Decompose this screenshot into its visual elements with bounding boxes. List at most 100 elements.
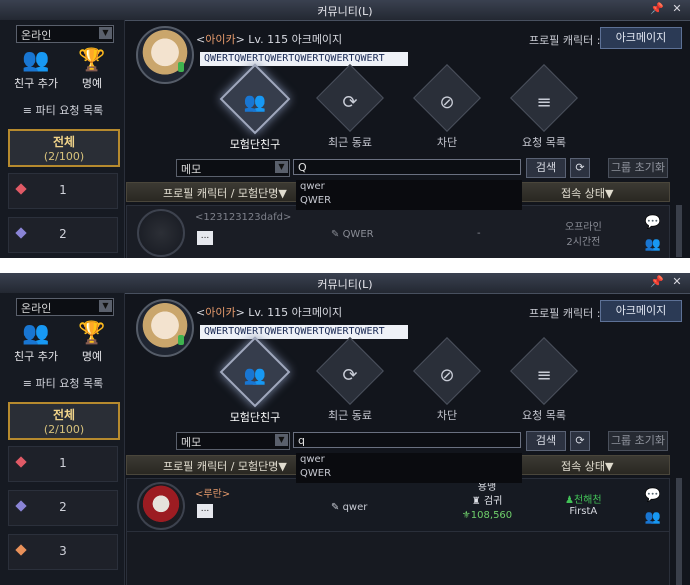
suggestion-item[interactable]: qwer <box>296 180 522 194</box>
friend-guild: - <box>477 228 481 239</box>
honor-button[interactable]: 🏆 명예 <box>64 320 120 370</box>
chevron-down-icon: ▼ <box>99 300 112 312</box>
tab-guild-friends[interactable]: 👥 모험단친구 <box>211 336 299 425</box>
online-indicator-icon <box>178 335 184 345</box>
tab-label: 차단 <box>436 409 458 422</box>
title-bar[interactable]: 커뮤니티(L) 📌 ✕ <box>0 273 690 294</box>
chevron-down-icon: ▼ <box>275 161 288 173</box>
sort-by-character[interactable]: 프로필 캐릭터 / 모험단명▼ <box>163 458 287 474</box>
sort-by-status[interactable]: 접속 상태▼ <box>561 185 613 201</box>
tab-requests[interactable]: ≡ 요청 목록 <box>500 64 588 150</box>
pin-icon[interactable]: 📌 <box>650 275 664 289</box>
scrollbar[interactable] <box>676 478 682 585</box>
status-last-seen: 2시간전 <box>566 237 601 248</box>
profile-avatar[interactable] <box>136 26 194 84</box>
tab-block[interactable]: ⊘ 차단 <box>403 337 491 423</box>
group-2-button[interactable]: 2 <box>8 217 118 253</box>
block-icon: ⊘ <box>439 92 455 113</box>
tab-label: 최근 동료 <box>328 409 372 422</box>
group-reset-button[interactable]: 그룹 초기화 <box>608 431 668 451</box>
friend-row[interactable]: <루란> ... ✎ qwer 용맹 ♜ 검귀 ⚜108,560 ♟천해천 Fi… <box>126 478 670 532</box>
status-offline: 오프라인 <box>565 222 602 233</box>
party-request-list-link[interactable]: ≡ 파티 요청 목록 <box>8 375 118 391</box>
friend-power-text: 108,560 <box>470 510 513 521</box>
name-prefix: < <box>196 306 206 319</box>
tab-guild-friends[interactable]: 👥 모험단친구 <box>211 63 299 152</box>
group-icon: 👥 <box>243 92 267 113</box>
search-filter-select[interactable]: 메모 ▼ <box>176 159 290 177</box>
friend-status: 오프라인 2시간전 <box>565 218 602 248</box>
sort-by-status[interactable]: 접속 상태▼ <box>561 458 613 474</box>
friend-name: <123123123dafd> <box>195 212 292 223</box>
search-input[interactable] <box>293 432 521 448</box>
tab-block[interactable]: ⊘ 차단 <box>403 64 491 150</box>
friend-guild: 용맹 ♜ 검귀 ⚜108,560 <box>457 481 517 523</box>
group-1-button[interactable]: 1 <box>8 446 118 482</box>
group-all-count: (2/100) <box>43 150 85 163</box>
add-friend-button[interactable]: 👥 친구 추가 <box>8 47 64 97</box>
status-online: ♟천해천 <box>565 495 602 506</box>
status-select[interactable]: 온라인 ▼ <box>16 25 114 43</box>
group-all-count: (2/100) <box>43 423 85 436</box>
search-filter-value: 메모 <box>181 163 202 176</box>
message-icon[interactable]: 💬 <box>645 212 661 234</box>
tab-recent[interactable]: ⟳ 최근 동료 <box>306 337 394 423</box>
group-all-label: 전체 <box>52 408 76 422</box>
sort-by-character[interactable]: 프로필 캐릭터 / 모험단명▼ <box>163 185 287 201</box>
profile-avatar[interactable] <box>136 299 194 357</box>
suggestion-item[interactable]: QWER <box>296 467 522 481</box>
message-icon[interactable]: 💬 <box>645 485 661 507</box>
refresh-icon[interactable]: ⟳ <box>570 158 590 178</box>
status-message[interactable]: QWERTQWERTQWERTQWERTQWERTQWERT <box>200 52 408 66</box>
scrollbar[interactable] <box>676 205 682 257</box>
search-button[interactable]: 검색 <box>526 158 566 178</box>
group-reset-button[interactable]: 그룹 초기화 <box>608 158 668 178</box>
friend-memo: ✎ qwer <box>331 502 368 513</box>
friend-avatar[interactable] <box>137 209 185 257</box>
search-button[interactable]: 검색 <box>526 431 566 451</box>
group-all-button[interactable]: 전체 (2/100) <box>8 402 120 440</box>
party-icon[interactable]: 👥 <box>645 234 661 256</box>
search-suggestions: qwer QWER <box>296 180 522 210</box>
character-level-class: > Lv. 115 아크메이지 <box>235 306 343 319</box>
add-friend-button[interactable]: 👥 친구 추가 <box>8 320 64 370</box>
status-message[interactable]: QWERTQWERTQWERTQWERTQWERTQWERT <box>200 325 408 339</box>
character-info: <아이카> Lv. 115 아크메이지 <box>196 304 342 320</box>
group-1-button[interactable]: 1 <box>8 173 118 209</box>
tab-requests[interactable]: ≡ 요청 목록 <box>500 337 588 423</box>
group-icon: 👥 <box>243 365 267 386</box>
group-3-button[interactable]: 3 <box>8 534 118 570</box>
refresh-icon[interactable]: ⟳ <box>570 431 590 451</box>
status-select[interactable]: 온라인 ▼ <box>16 298 114 316</box>
party-icon[interactable]: 👥 <box>645 507 661 529</box>
tab-label: 요청 목록 <box>522 409 566 422</box>
honor-button[interactable]: 🏆 명예 <box>64 47 120 97</box>
profile-character-button[interactable]: 아크메이지 <box>600 300 682 322</box>
tab-label: 차단 <box>436 136 458 149</box>
close-icon[interactable]: ✕ <box>670 2 684 16</box>
tab-recent[interactable]: ⟳ 최근 동료 <box>306 64 394 150</box>
party-request-list-link[interactable]: ≡ 파티 요청 목록 <box>8 102 118 118</box>
pin-icon[interactable]: 📌 <box>650 2 664 16</box>
chat-bubble-icon[interactable]: ... <box>197 231 213 245</box>
friend-row[interactable]: <123123123dafd> ... ✎ QWER - 오프라인 2시간전 💬… <box>126 205 670 258</box>
friend-avatar[interactable] <box>137 482 185 530</box>
suggestion-item[interactable]: qwer <box>296 453 522 467</box>
search-input[interactable] <box>293 159 521 175</box>
status-location: FirstA <box>569 506 598 517</box>
chat-bubble-icon[interactable]: ... <box>197 504 213 518</box>
group-2-button[interactable]: 2 <box>8 490 118 526</box>
close-icon[interactable]: ✕ <box>670 275 684 289</box>
profile-character-button[interactable]: 아크메이지 <box>600 27 682 49</box>
friend-class-text: 검귀 <box>483 496 503 507</box>
sidebar: 온라인 ▼ 👥 친구 추가 🏆 명예 ≡ 파티 요청 목록 전체 (2/100)… <box>0 20 125 258</box>
title-bar[interactable]: 커뮤니티(L) 📌 ✕ <box>0 0 690 21</box>
suggestion-item[interactable]: QWER <box>296 194 522 208</box>
group-number: 1 <box>59 456 67 470</box>
separator <box>0 258 690 273</box>
friend-actions: 💬 👥 <box>645 212 661 256</box>
recent-icon: ⟳ <box>342 92 358 113</box>
friend-job: 용맹 <box>477 482 497 493</box>
group-all-button[interactable]: 전체 (2/100) <box>8 129 120 167</box>
search-filter-select[interactable]: 메모 ▼ <box>176 432 290 450</box>
